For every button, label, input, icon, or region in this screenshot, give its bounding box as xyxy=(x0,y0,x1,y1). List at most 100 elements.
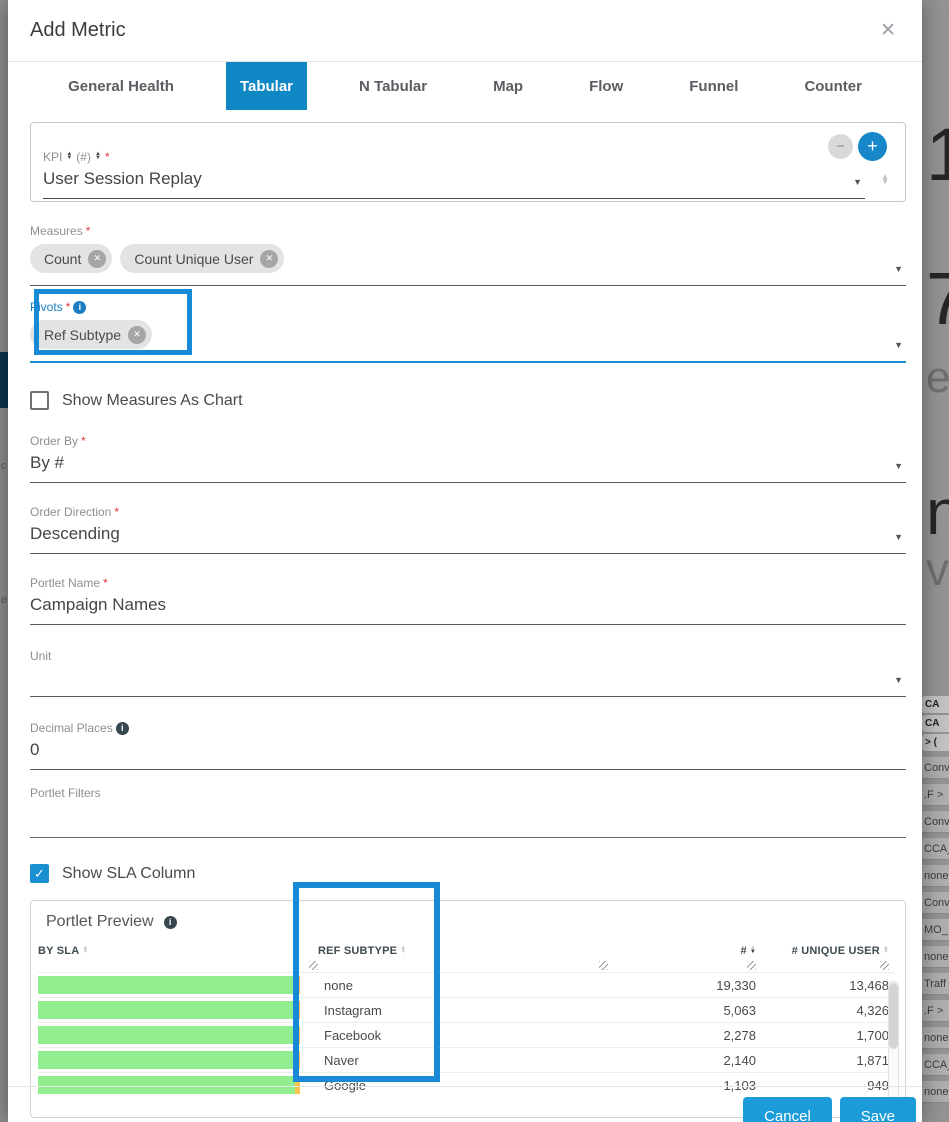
show-measures-chart-label: Show Measures As Chart xyxy=(62,392,243,410)
footer-divider xyxy=(8,1086,922,1087)
background-row-fragment: CCA_ xyxy=(922,1054,949,1076)
chevron-down-icon[interactable]: ▼ xyxy=(894,340,903,350)
column-header-count[interactable]: # ▲▼ xyxy=(608,945,756,957)
portlet-name-field: Portlet Name* Campaign Names xyxy=(30,576,906,625)
tab-map[interactable]: Map xyxy=(479,62,537,110)
pivots-select[interactable]: Ref Subtype ✕ ▼ xyxy=(30,314,906,363)
order-direction-select[interactable]: Descending ▼ xyxy=(30,519,906,554)
pivot-chip: Ref Subtype ✕ xyxy=(30,320,152,349)
measures-select[interactable]: Count ✕ Count Unique User ✕ ▼ xyxy=(30,238,906,286)
order-direction-field: Order Direction* Descending ▼ xyxy=(30,505,906,554)
background-dashboard-strip: 1 7 e n vo CA CA > ( Conv .F > Conv CCA_… xyxy=(922,0,949,1122)
cancel-button[interactable]: Cancel xyxy=(743,1097,832,1122)
dialog-footer: Cancel Save xyxy=(743,1097,916,1122)
tab-n-tabular[interactable]: N Tabular xyxy=(345,62,441,110)
column-resize-row xyxy=(38,959,895,972)
decimal-places-input[interactable]: 0 xyxy=(30,735,906,770)
tab-funnel[interactable]: Funnel xyxy=(675,62,752,110)
pivots-label: Pivots* i xyxy=(30,300,906,314)
column-resize-handle[interactable] xyxy=(309,961,318,970)
remove-chip-icon[interactable]: ✕ xyxy=(88,250,106,268)
count-cell: 1,103 xyxy=(608,1078,756,1093)
background-row-fragment: Conv xyxy=(922,757,949,779)
column-header-unique-user[interactable]: # UNIQUE USER ▲▼ xyxy=(756,945,889,957)
chevron-down-icon[interactable]: ▼ xyxy=(894,461,903,471)
background-badge: CA xyxy=(922,715,949,732)
background-big-number: 7 xyxy=(926,262,949,336)
preview-scrollbar-thumb[interactable] xyxy=(889,983,898,1049)
show-sla-checkbox[interactable]: ✓ xyxy=(30,864,49,883)
unique-user-cell: 949 xyxy=(756,1078,889,1093)
info-icon[interactable]: i xyxy=(164,916,177,929)
unit-field: Unit ▼ xyxy=(30,649,906,697)
measures-label: Measures* xyxy=(30,224,906,238)
remove-chip-icon[interactable]: ✕ xyxy=(128,326,146,344)
column-resize-handle[interactable] xyxy=(880,961,889,970)
required-asterisk: * xyxy=(114,505,119,519)
dialog-header: Add Metric ✕ xyxy=(8,0,922,62)
kpi-selected-value: User Session Replay xyxy=(43,169,202,188)
background-big-number: 1 xyxy=(926,118,949,192)
info-icon[interactable]: i xyxy=(116,722,129,735)
unique-user-cell: 1,700 xyxy=(756,1028,889,1043)
table-row: none 19,330 13,468 xyxy=(38,972,895,997)
tab-flow[interactable]: Flow xyxy=(575,62,637,110)
count-cell: 19,330 xyxy=(608,978,756,993)
background-row-fragment: Traff xyxy=(922,973,949,995)
ref-subtype-cell: Instagram xyxy=(318,1003,608,1018)
portlet-filters-input[interactable] xyxy=(30,800,906,838)
chevron-down-icon[interactable]: ▼ xyxy=(894,264,903,274)
tab-general-health[interactable]: General Health xyxy=(54,62,188,110)
add-kpi-button[interactable]: + xyxy=(858,132,887,161)
column-header-ref-subtype[interactable]: REF SUBTYPE ▲▼ xyxy=(318,945,608,957)
show-sla-row: ✓ Show SLA Column xyxy=(30,864,906,883)
chevron-down-icon[interactable]: ▼ xyxy=(894,675,903,685)
background-row-fragment: .F > xyxy=(922,784,949,806)
tab-counter[interactable]: Counter xyxy=(790,62,876,110)
order-by-label: Order By* xyxy=(30,434,906,448)
remove-kpi-button[interactable]: − xyxy=(828,134,853,159)
preview-scrollbar-track[interactable] xyxy=(888,981,899,1111)
unique-user-cell: 13,468 xyxy=(756,978,889,993)
sla-bar xyxy=(38,1001,300,1019)
metric-form: − + KPI ▲▼ (#) ▲▼ * User Session Replay … xyxy=(8,122,922,1118)
background-row-fragment: none xyxy=(922,946,949,968)
dialog-title: Add Metric xyxy=(30,19,126,42)
sort-icon: ▲▼ xyxy=(82,947,88,954)
tab-tabular[interactable]: Tabular xyxy=(226,62,307,110)
background-badge: > ( xyxy=(922,734,949,751)
portlet-filters-label: Portlet Filters xyxy=(30,786,906,800)
chevron-down-icon[interactable]: ▼ xyxy=(894,532,903,542)
kpi-reorder-spinner[interactable]: ▲▼ xyxy=(881,175,889,185)
background-big-letter: vo xyxy=(926,546,949,592)
decimal-places-label: Decimal Places i xyxy=(30,721,906,735)
chevron-down-icon[interactable]: ▼ xyxy=(853,177,862,187)
background-row-fragment: none xyxy=(922,865,949,887)
kpi-select[interactable]: User Session Replay ▼ xyxy=(43,164,865,199)
table-row: Naver 2,140 1,871 xyxy=(38,1047,895,1072)
measures-field: Measures* Count ✕ Count Unique User ✕ ▼ xyxy=(30,224,906,286)
ref-subtype-cell: Facebook xyxy=(318,1028,608,1043)
sort-toggle-icon[interactable]: ▲▼ xyxy=(95,153,101,160)
background-row-fragment: MO_ xyxy=(922,919,949,941)
close-icon[interactable]: ✕ xyxy=(880,19,896,42)
portlet-name-input[interactable]: Campaign Names xyxy=(30,590,906,625)
sla-bar xyxy=(38,976,300,994)
background-navy-block xyxy=(0,352,8,408)
info-icon[interactable]: i xyxy=(73,301,86,314)
pivots-field: Pivots* i Ref Subtype ✕ ▼ xyxy=(30,300,906,363)
unit-select[interactable]: ▼ xyxy=(30,663,906,697)
order-by-select[interactable]: By # ▼ xyxy=(30,448,906,483)
sla-bar xyxy=(38,1026,300,1044)
column-resize-handle[interactable] xyxy=(747,961,756,970)
show-measures-chart-checkbox[interactable] xyxy=(30,391,49,410)
background-big-letter: n xyxy=(926,480,949,544)
save-button[interactable]: Save xyxy=(840,1097,916,1122)
sort-toggle-icon[interactable]: ▲▼ xyxy=(66,153,72,160)
remove-chip-icon[interactable]: ✕ xyxy=(260,250,278,268)
portlet-name-label: Portlet Name* xyxy=(30,576,906,590)
column-resize-handle[interactable] xyxy=(599,961,608,970)
background-big-letter: e xyxy=(926,356,949,400)
column-header-by-sla[interactable]: BY SLA ▲▼ xyxy=(38,945,318,957)
preview-table-header: BY SLA ▲▼ REF SUBTYPE ▲▼ # ▲▼ # UNIQUE U… xyxy=(38,945,895,957)
